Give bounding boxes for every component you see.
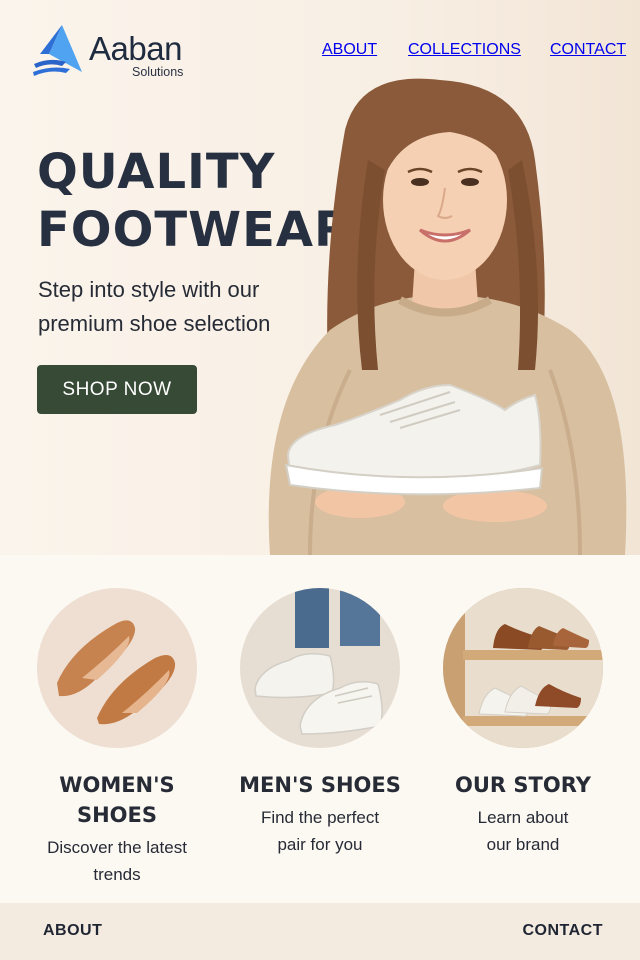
category-title-womens: WOMEN'S SHOES xyxy=(59,773,175,827)
mens-sneakers-illustration xyxy=(254,588,383,735)
category-card-womens[interactable]: WOMEN'S SHOES Discover the latest trends xyxy=(17,588,217,888)
footer: ABOUT CONTACT xyxy=(0,903,640,960)
shoe-shelf-illustration xyxy=(443,588,603,748)
shoe-shelf-image[interactable] xyxy=(443,588,603,748)
shop-now-button[interactable]: SHOP NOW xyxy=(37,365,197,414)
nav-about-link[interactable]: ABOUT xyxy=(322,41,377,59)
brand-logo[interactable]: Aaban Solutions xyxy=(32,24,202,80)
brand-tagline: Solutions xyxy=(132,65,184,79)
nav-contact-link[interactable]: CONTACT xyxy=(550,41,626,59)
nav-collections-link[interactable]: COLLECTIONS xyxy=(408,41,521,59)
category-desc-womens: Discover the latest trends xyxy=(47,838,187,884)
mens-sneakers-image[interactable] xyxy=(240,588,400,748)
categories-section: WOMEN'S SHOES Discover the latest trends… xyxy=(0,555,640,903)
brand-name: Aaban xyxy=(89,30,182,67)
model-holding-sneaker-image xyxy=(268,78,627,555)
category-card-mens[interactable]: MEN'S SHOES Find the perfect pair for yo… xyxy=(220,588,420,858)
footer-about-link[interactable]: ABOUT xyxy=(43,922,102,940)
category-title-mens: MEN'S SHOES xyxy=(239,773,401,797)
category-card-story[interactable]: OUR STORY Learn about our brand xyxy=(423,588,623,858)
hero-section: Aaban Solutions ABOUT COLLECTIONS CONTAC… xyxy=(0,0,640,555)
womens-flats-image[interactable] xyxy=(37,588,197,748)
womens-flats-illustration xyxy=(57,620,176,725)
category-title-story: OUR STORY xyxy=(455,773,591,797)
logo-sail-icon xyxy=(33,25,82,76)
footer-contact-link[interactable]: CONTACT xyxy=(522,922,603,940)
category-desc-mens: Find the perfect pair for you xyxy=(260,808,380,854)
category-desc-story: Learn about our brand xyxy=(477,808,569,854)
hero-title-line1: QUALITY xyxy=(37,144,276,200)
